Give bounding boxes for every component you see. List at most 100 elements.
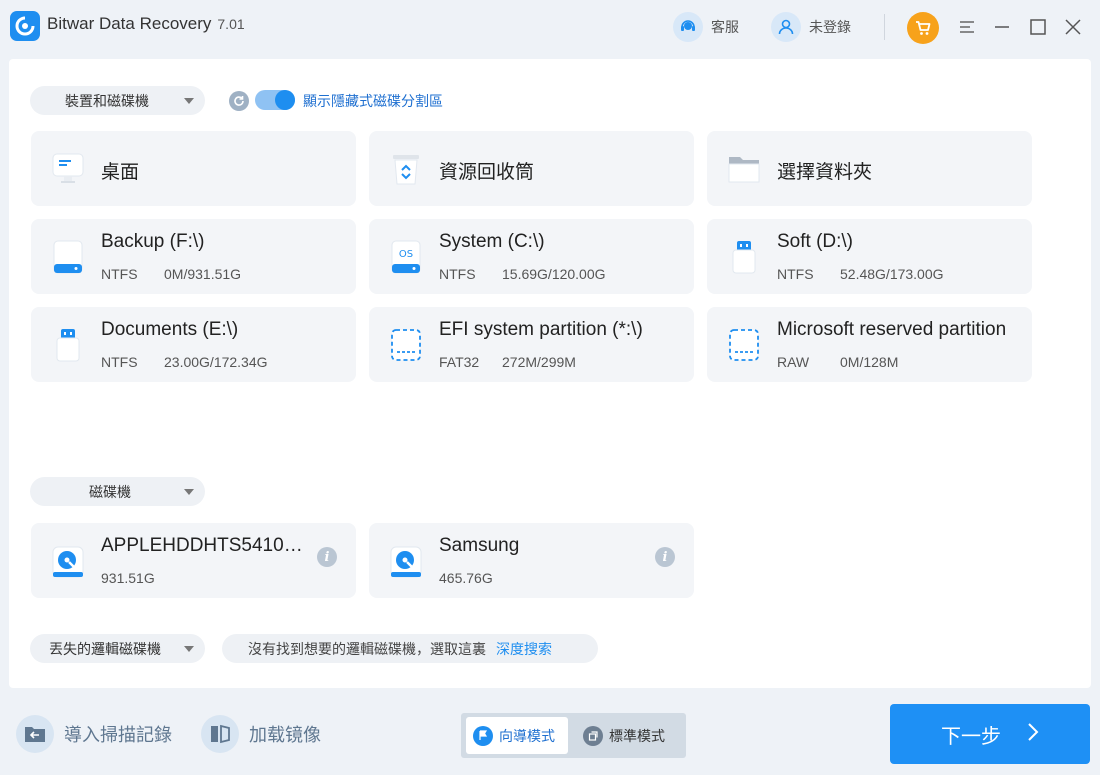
toolbar-divider [884,14,885,40]
standard-mode-label: 標準模式 [609,728,665,745]
disk-image-icon [201,715,239,753]
cart-icon[interactable] [907,12,939,44]
title-bar: Bitwar Data Recovery 7.01 客服 未登錄 [0,0,1100,56]
os-drive-icon: OS [391,240,421,274]
mount-image-label: 加载镜像 [249,725,321,746]
folder-icon [728,157,760,183]
hdd-icon [53,240,83,274]
partition-filesystem: NTFS [777,266,814,282]
import-folder-icon [16,715,54,753]
guide-mode-tab[interactable]: 向導模式 [466,717,568,754]
standard-mode-tab[interactable]: 標準模式 [583,717,683,754]
deep-search-link[interactable]: 深度搜索 [496,639,552,659]
partition-card[interactable]: Microsoft reserved partition RAW 0M/128M [707,307,1032,382]
partition-card[interactable]: Documents (E:\) NTFS 23.00G/172.34G [31,307,356,382]
partition-size: 0M/931.51G [164,266,242,282]
menu-icon[interactable] [956,16,978,38]
devices-dropdown[interactable]: 裝置和磁碟機 [30,86,205,115]
location-card-select-folder[interactable]: 選擇資料夾 [707,131,1032,206]
app-title-text: Bitwar Data Recovery [47,14,212,33]
disk-card[interactable]: APPLEHDDHTS541010A9E662 931.51G i [31,523,356,598]
usb-drive-icon [56,329,80,362]
disks-dropdown[interactable]: 磁碟機 [30,477,205,506]
disk-name: Samsung [439,535,520,556]
app-version: 7.01 [217,16,245,32]
lost-drives-dropdown-label: 丟失的邏輯磁碟機 [49,641,161,658]
chevron-down-icon [184,98,194,104]
disk-card[interactable]: Samsung 465.76G i [369,523,694,598]
login-label: 未登錄 [809,20,851,36]
partition-name: EFI system partition (*:\) [439,319,643,340]
disk-name: APPLEHDDHTS541010A9E662 [101,535,306,556]
minimize-icon[interactable] [991,16,1013,38]
location-card-recycle-bin[interactable]: 資源回收筒 [369,131,694,206]
partition-size: 0M/128M [840,354,899,370]
import-scan-record-label: 導入掃描記錄 [64,725,172,746]
guide-mode-label: 向導模式 [499,728,555,745]
partition-name: Documents (E:\) [101,319,239,340]
disk-icon [52,546,84,578]
user-icon [771,12,801,42]
disk-size: 465.76G [439,570,493,586]
deep-search-hint-text: 沒有找到想要的邏輯磁碟機，選取這裏 [248,641,486,658]
location-name: 資源回收筒 [439,162,535,183]
flag-icon [473,725,493,746]
partition-card[interactable]: Soft (D:\) NTFS 52.48G/173.00G [707,219,1032,294]
close-icon[interactable] [1062,16,1084,38]
app-title: Bitwar Data Recovery 7.01 [47,14,245,34]
recycle-bin-icon [393,155,419,185]
chevron-down-icon [184,646,194,652]
location-name: 選擇資料夾 [777,162,873,183]
main-panel: 裝置和磁碟機 顯示隱藏式磁碟分割區 桌面 資源回收筒 選擇資料夾 Backup … [9,59,1091,688]
chevron-right-icon [1027,722,1039,747]
partition-card[interactable]: Backup (F:\) NTFS 0M/931.51G [31,219,356,294]
partition-size: 23.00G/172.34G [164,354,268,370]
partition-size: 15.69G/120.00G [502,266,606,282]
hidden-partition-icon [729,329,759,361]
window-icon [583,725,603,746]
app-logo-icon [10,11,40,41]
toggle-knob [275,90,295,110]
headset-icon [673,12,703,42]
partition-card[interactable]: EFI system partition (*:\) FAT32 272M/29… [369,307,694,382]
maximize-icon[interactable] [1027,16,1049,38]
next-step-label: 下一步 [941,723,1001,748]
hidden-partition-icon [391,329,421,361]
info-icon[interactable]: i [317,547,337,567]
partition-filesystem: NTFS [101,354,138,370]
partition-size: 52.48G/173.00G [840,266,944,282]
partition-name: System (C:\) [439,231,545,252]
partition-name: Backup (F:\) [101,231,205,252]
support-label: 客服 [711,20,739,36]
partition-name: Microsoft reserved partition [777,319,1007,340]
partition-filesystem: RAW [777,354,810,370]
partition-name: Soft (D:\) [777,231,854,252]
location-name: 桌面 [101,162,140,183]
partition-filesystem: NTFS [101,266,138,282]
disk-size: 931.51G [101,570,155,586]
hidden-partition-toggle-label[interactable]: 顯示隱藏式磁碟分割區 [303,91,443,111]
deep-search-hint: 沒有找到想要的邏輯磁碟機，選取這裏 深度搜索 [222,634,598,663]
usb-drive-icon [732,241,756,274]
lost-drives-dropdown[interactable]: 丟失的邏輯磁碟機 [30,634,205,663]
login-button[interactable]: 未登錄 [771,12,851,42]
desktop-icon [52,153,84,183]
import-scan-record-button[interactable]: 導入掃描記錄 [16,715,172,753]
svg-text:OS: OS [399,249,413,260]
refresh-icon[interactable] [229,91,249,111]
mode-switcher: 向導模式 標準模式 [461,713,686,758]
info-icon[interactable]: i [655,547,675,567]
partition-card[interactable]: OS System (C:\) NTFS 15.69G/120.00G [369,219,694,294]
partition-filesystem: FAT32 [439,354,480,370]
partition-filesystem: NTFS [439,266,476,282]
disk-icon [390,546,422,578]
next-step-button[interactable]: 下一步 [890,704,1090,764]
chevron-down-icon [184,489,194,495]
location-card-desktop[interactable]: 桌面 [31,131,356,206]
devices-dropdown-label: 裝置和磁碟機 [65,93,149,110]
hidden-partition-toggle[interactable] [255,90,295,110]
disks-dropdown-label: 磁碟機 [89,484,131,501]
mount-image-button[interactable]: 加载镜像 [201,715,321,753]
support-button[interactable]: 客服 [673,12,739,42]
partition-size: 272M/299M [502,354,576,370]
